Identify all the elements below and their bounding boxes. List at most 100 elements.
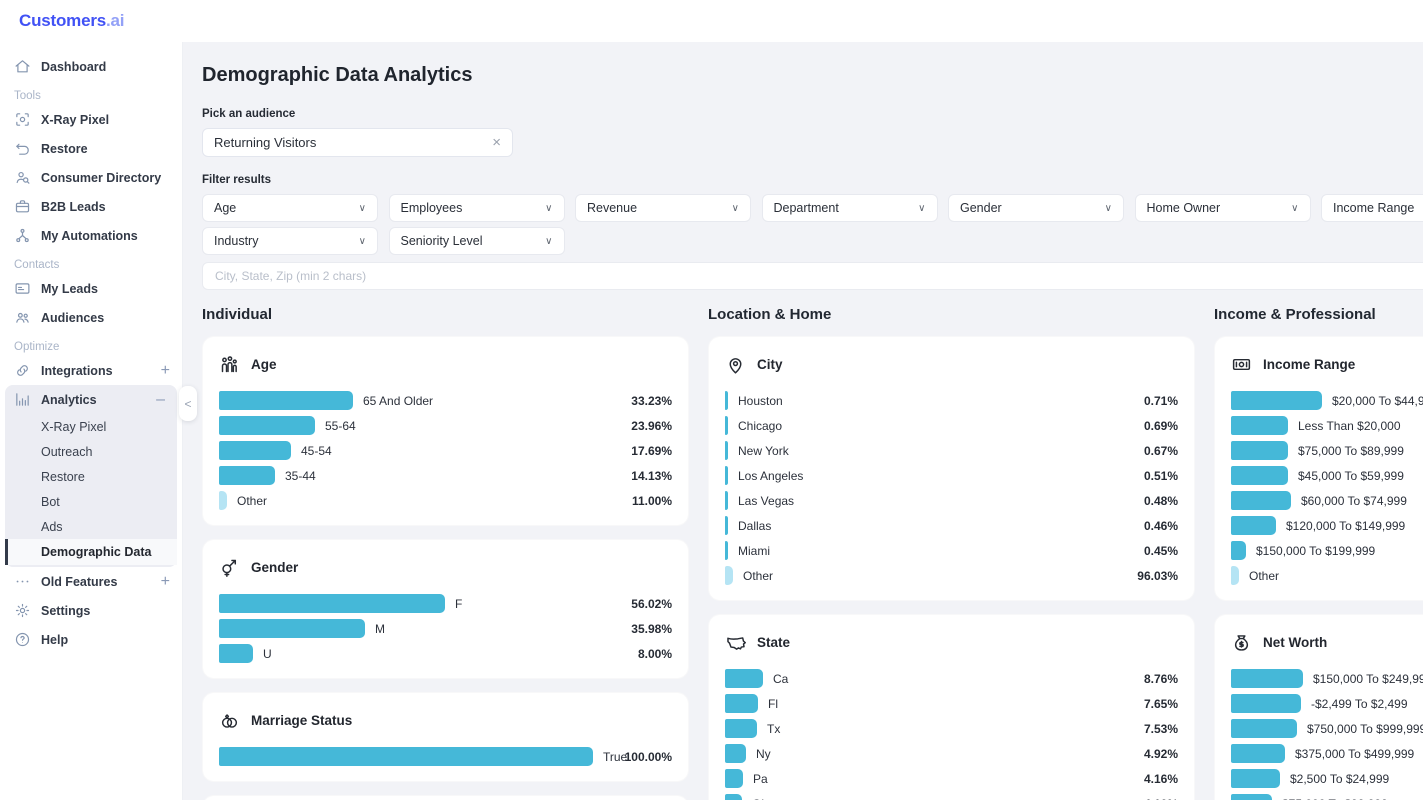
bar	[725, 416, 728, 435]
bar-label: New York	[738, 444, 789, 458]
bar-percentage: 14.13%	[631, 469, 672, 483]
sidebar-item-b2b-leads[interactable]: B2B Leads	[0, 192, 182, 221]
bar-label: $75,000 To $89,999	[1298, 444, 1404, 458]
filter-dropdown-revenue[interactable]: Revenue∨	[575, 194, 751, 222]
sidebar-item-dashboard[interactable]: Dashboard	[0, 52, 182, 81]
brand-logo[interactable]: Customers.ai	[19, 11, 124, 31]
filter-dropdown-industry[interactable]: Industry∨	[202, 227, 378, 255]
sidebar-item-label: Integrations	[41, 364, 113, 378]
bar-percentage: 8.76%	[1144, 672, 1178, 686]
bar-row-ny: Ny4.92%	[725, 741, 1178, 766]
sidebar-item-label: My Automations	[41, 229, 138, 243]
bar-row-m: M 35.98%	[219, 616, 672, 641]
bar	[1231, 794, 1272, 800]
sidebar-subitem-demographic-data[interactable]: Demographic Data	[5, 539, 177, 565]
bar	[219, 416, 315, 435]
sidebar-item-restore[interactable]: Restore	[0, 134, 182, 163]
bar-label: $75,000 To $99,999	[1282, 797, 1388, 800]
minus-icon[interactable]: –	[156, 392, 165, 408]
plus-icon[interactable]: +	[161, 574, 170, 590]
bar	[219, 491, 227, 510]
sidebar-subitem-outreach[interactable]: Outreach	[5, 439, 177, 464]
sidebar-item-x-ray-pixel[interactable]: X-Ray Pixel	[0, 105, 182, 134]
filter-dropdown-label: Income Range	[1333, 201, 1414, 215]
bar-label: 65 And Older	[363, 394, 433, 408]
sidebar-item-label: X-Ray Pixel	[41, 113, 109, 127]
card-header: State	[725, 632, 1178, 653]
bar-label: $150,000 To $199,999	[1256, 544, 1375, 558]
sidebar-item-my-leads[interactable]: My Leads	[0, 274, 182, 303]
chevron-left-icon: <	[184, 397, 191, 411]
bar	[219, 594, 445, 613]
ellipsis-icon	[14, 573, 31, 590]
map-pin-icon	[725, 354, 746, 375]
bar-percentage: 4.10%	[1144, 797, 1178, 800]
plus-icon[interactable]: +	[161, 363, 170, 379]
bar	[725, 516, 728, 535]
sidebar-item-label: Audiences	[41, 311, 104, 325]
card-header: Age	[219, 354, 672, 375]
cash-icon	[1231, 354, 1252, 375]
bar-label: Fl	[768, 697, 778, 711]
workflow-icon	[14, 227, 31, 244]
filter-dropdown-income-range[interactable]: Income Range∨	[1321, 194, 1423, 222]
column-individual: IndividualAge65 And Older33.23%55-6423.9…	[202, 306, 689, 800]
chevron-down-icon: ∨	[732, 203, 739, 214]
sidebar-subitem-restore[interactable]: Restore	[5, 464, 177, 489]
bar-row-las-vegas: Las Vegas0.48%	[725, 488, 1178, 513]
sidebar-item-my-automations[interactable]: My Automations	[0, 221, 182, 250]
age-icon	[219, 354, 240, 375]
briefcase-icon	[14, 198, 31, 215]
gear-icon	[14, 602, 31, 619]
sidebar-item-analytics[interactable]: Analytics–	[5, 385, 177, 414]
top-bar: Customers.ai	[0, 0, 1423, 42]
bar-percentage: 96.03%	[1137, 569, 1178, 583]
sidebar-subitem-bot[interactable]: Bot	[5, 489, 177, 514]
users-icon	[14, 309, 31, 326]
card-title: Income Range	[1263, 357, 1355, 372]
filter-dropdown-employees[interactable]: Employees∨	[389, 194, 565, 222]
sidebar-item-help[interactable]: Help	[0, 625, 182, 654]
column-income-professional: Income & ProfessionalIncome Range$20,000…	[1214, 306, 1423, 800]
sidebar-item-consumer-directory[interactable]: Consumer Directory	[0, 163, 182, 192]
sidebar-item-settings[interactable]: Settings	[0, 596, 182, 625]
bar-label: Los Angeles	[738, 469, 803, 483]
sidebar-subitem-x-ray-pixel[interactable]: X-Ray Pixel	[5, 414, 177, 439]
bar-label: M	[375, 622, 385, 636]
bar-row-f: F56.02%	[219, 591, 672, 616]
card-title: Net Worth	[1263, 635, 1327, 650]
location-input[interactable]	[202, 262, 1423, 290]
filter-dropdown-seniority-level[interactable]: Seniority Level∨	[389, 227, 565, 255]
bar-row-other: Other96.03%	[725, 563, 1178, 588]
sidebar-item-audiences[interactable]: Audiences	[0, 303, 182, 332]
sidebar-subitem-ads[interactable]: Ads	[5, 514, 177, 539]
card-marriage-status: Marriage StatusTrue100.00%	[202, 692, 689, 782]
bar-percentage: 0.71%	[1144, 394, 1178, 408]
filter-dropdown-label: Seniority Level	[401, 234, 483, 248]
bar-row-los-angeles: Los Angeles0.51%	[725, 463, 1178, 488]
filter-dropdown-home-owner[interactable]: Home Owner∨	[1135, 194, 1311, 222]
bar	[725, 391, 728, 410]
sidebar-item-integrations[interactable]: Integrations +	[0, 356, 182, 385]
bar	[1231, 566, 1239, 585]
sidebar-item-old-features[interactable]: Old Features +	[0, 567, 182, 596]
bar	[1231, 744, 1285, 763]
filter-dropdown-label: Industry	[214, 234, 258, 248]
bar-percentage: 35.98%	[631, 622, 672, 636]
card-city: CityHouston0.71%Chicago0.69%New York0.67…	[708, 336, 1195, 601]
bar-label: Oh	[752, 797, 768, 800]
filter-dropdown-gender[interactable]: Gender∨	[948, 194, 1124, 222]
bar-percentage: 23.96%	[631, 419, 672, 433]
bar-label: U	[263, 647, 272, 661]
bar-label: Ny	[756, 747, 771, 761]
column-title: Location & Home	[708, 306, 1195, 323]
sidebar-item-label: Old Features	[41, 575, 117, 589]
sidebar-collapse-button[interactable]: <	[179, 386, 197, 421]
clear-icon[interactable]: ×	[492, 135, 501, 150]
filter-dropdown-department[interactable]: Department∨	[762, 194, 938, 222]
brand-suffix: .ai	[106, 11, 124, 30]
bar-percentage: 0.45%	[1144, 544, 1178, 558]
audience-label: Pick an audience	[202, 108, 1423, 120]
filter-dropdown-age[interactable]: Age∨	[202, 194, 378, 222]
audience-select[interactable]: Returning Visitors ×	[202, 128, 513, 157]
